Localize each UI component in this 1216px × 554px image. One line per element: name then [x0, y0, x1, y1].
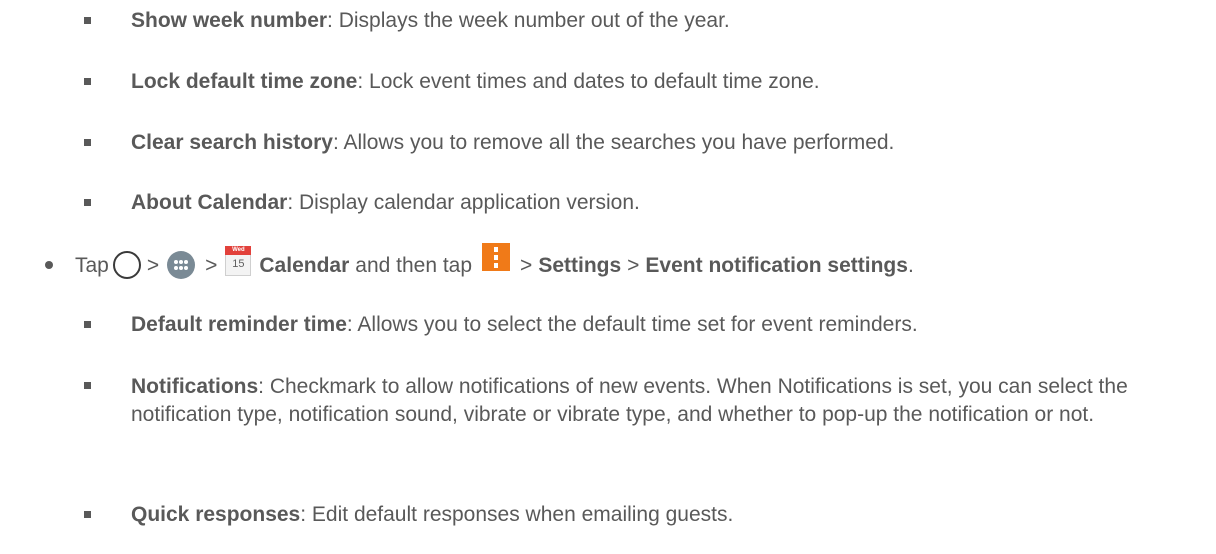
item-term: Default reminder time: [131, 313, 347, 336]
separator: >: [146, 253, 160, 277]
item-description: : Edit default responses when emailing g…: [300, 503, 734, 526]
item-term: Lock default time zone: [131, 70, 358, 93]
item-description: : Allows you to remove all the searches …: [332, 131, 895, 154]
item-term: Clear search history: [131, 131, 333, 154]
list-item: About Calendar: Display calendar applica…: [131, 190, 640, 215]
item-term: About Calendar: [131, 191, 288, 214]
item-description: : Lock event times and dates to default …: [357, 70, 820, 93]
list-item: Notifications: Checkmark to allow notifi…: [131, 373, 1191, 429]
home-icon: [112, 251, 141, 279]
list-item: Show week number: Displays the week numb…: [131, 8, 730, 33]
item-description: : Displays the week number out of the ye…: [327, 9, 730, 32]
list-item: Clear search history: Allows you to remo…: [131, 130, 894, 155]
square-bullet: [84, 17, 91, 24]
item-term: Notifications: [131, 375, 259, 398]
square-bullet: [84, 139, 91, 146]
calendar-icon-weekday: Wed: [225, 246, 252, 255]
separator: >: [627, 253, 640, 277]
list-item: Lock default time zone: Lock event times…: [131, 69, 820, 94]
calendar-icon-day: 15: [225, 255, 252, 276]
item-term: Show week number: [131, 9, 328, 32]
calendar-label: Calendar: [259, 253, 350, 277]
item-description: : Display calendar application version.: [287, 191, 640, 214]
event-notification-settings-label: Event notification settings: [645, 253, 908, 277]
square-bullet: [84, 78, 91, 85]
square-bullet: [84, 382, 91, 389]
separator: >: [205, 253, 218, 277]
calendar-icon: Wed 15: [225, 246, 252, 276]
tap-word: Tap: [75, 253, 109, 277]
square-bullet: [84, 511, 91, 518]
separator: >: [520, 253, 533, 277]
apps-icon: [167, 251, 196, 279]
then-tap-text: and then tap: [355, 253, 473, 277]
item-description: : Allows you to select the default time …: [346, 313, 918, 336]
round-bullet: [45, 261, 53, 269]
item-term: Quick responses: [131, 503, 301, 526]
period: .: [907, 253, 914, 277]
settings-label: Settings: [538, 253, 622, 277]
item-description: : Checkmark to allow notifications of ne…: [131, 375, 1128, 426]
list-item: Quick responses: Edit default responses …: [131, 502, 733, 527]
square-bullet: [84, 199, 91, 206]
step-instruction: Tap > > Wed 15 Calendar and then tap > S…: [75, 240, 914, 290]
menu-icon: [482, 243, 511, 271]
list-item: Default reminder time: Allows you to sel…: [131, 312, 918, 337]
square-bullet: [84, 321, 91, 328]
